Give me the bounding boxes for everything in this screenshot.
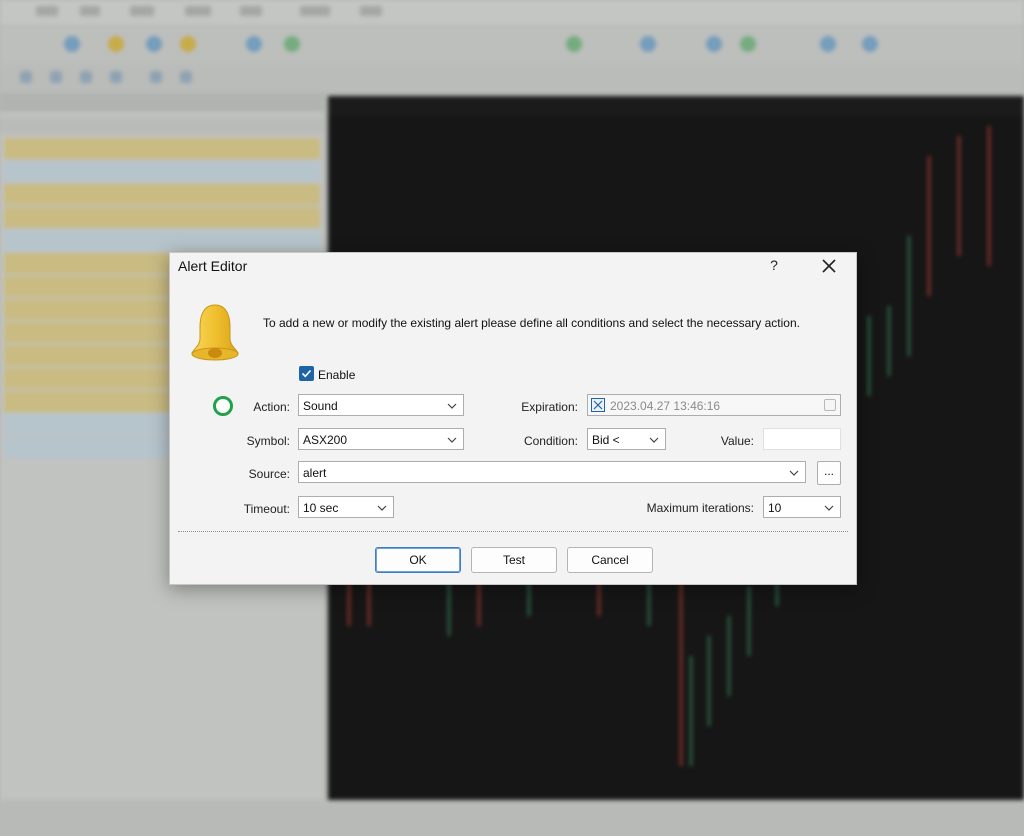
action-label: Action:	[253, 400, 290, 414]
condition-label: Condition:	[523, 434, 578, 448]
browse-button[interactable]: ...	[817, 461, 841, 485]
timeout-label: Timeout:	[243, 502, 290, 516]
source-select[interactable]: alert	[298, 461, 806, 483]
symbol-value: ASX200	[303, 433, 348, 447]
chevron-down-icon	[377, 505, 387, 511]
bell-icon	[191, 304, 239, 361]
ok-button[interactable]: OK	[375, 547, 461, 573]
max-iterations-value: 10	[768, 501, 782, 515]
alert-editor-dialog: Alert Editor ? To add a new or modify th…	[169, 252, 857, 585]
enable-checkbox[interactable]	[299, 366, 314, 381]
expiration-field[interactable]: 2023.04.27 13:46:16	[587, 394, 841, 416]
calendar-icon[interactable]	[824, 399, 836, 411]
chevron-down-icon	[789, 470, 799, 476]
chevron-down-icon	[447, 437, 457, 443]
chevron-down-icon	[824, 505, 834, 511]
expiration-label: Expiration:	[521, 400, 578, 414]
symbol-label: Symbol:	[246, 434, 290, 448]
chevron-down-icon	[649, 437, 659, 443]
chevron-down-icon	[447, 403, 457, 409]
close-icon	[822, 259, 836, 273]
dialog-titlebar: Alert Editor ?	[170, 253, 856, 283]
dialog-description: To add a new or modify the existing aler…	[263, 316, 800, 330]
source-label: Source:	[248, 467, 290, 481]
expiration-checkbox[interactable]	[591, 398, 605, 412]
value-label: Value:	[720, 434, 754, 448]
action-select[interactable]: Sound	[298, 394, 464, 416]
max-iterations-label: Maximum iterations:	[646, 501, 754, 515]
test-button[interactable]: Test	[471, 547, 557, 573]
dialog-title: Alert Editor	[178, 258, 248, 274]
enable-label[interactable]: Enable	[318, 368, 355, 382]
source-value: alert	[303, 466, 327, 480]
condition-select[interactable]: Bid <	[587, 428, 666, 450]
checkmark-icon	[301, 369, 312, 378]
close-icon	[593, 400, 603, 410]
action-value: Sound	[303, 399, 338, 413]
close-button[interactable]	[818, 255, 840, 277]
timeout-select[interactable]: 10 sec	[298, 496, 394, 518]
timeout-value: 10 sec	[303, 501, 339, 515]
expiration-value: 2023.04.27 13:46:16	[610, 399, 721, 413]
value-input[interactable]	[763, 428, 841, 450]
dialog-separator	[178, 531, 848, 532]
symbol-select[interactable]: ASX200	[298, 428, 464, 450]
condition-value: Bid <	[592, 433, 620, 447]
max-iterations-select[interactable]: 10	[763, 496, 841, 518]
help-button[interactable]: ?	[767, 257, 781, 273]
cancel-button[interactable]: Cancel	[567, 547, 653, 573]
